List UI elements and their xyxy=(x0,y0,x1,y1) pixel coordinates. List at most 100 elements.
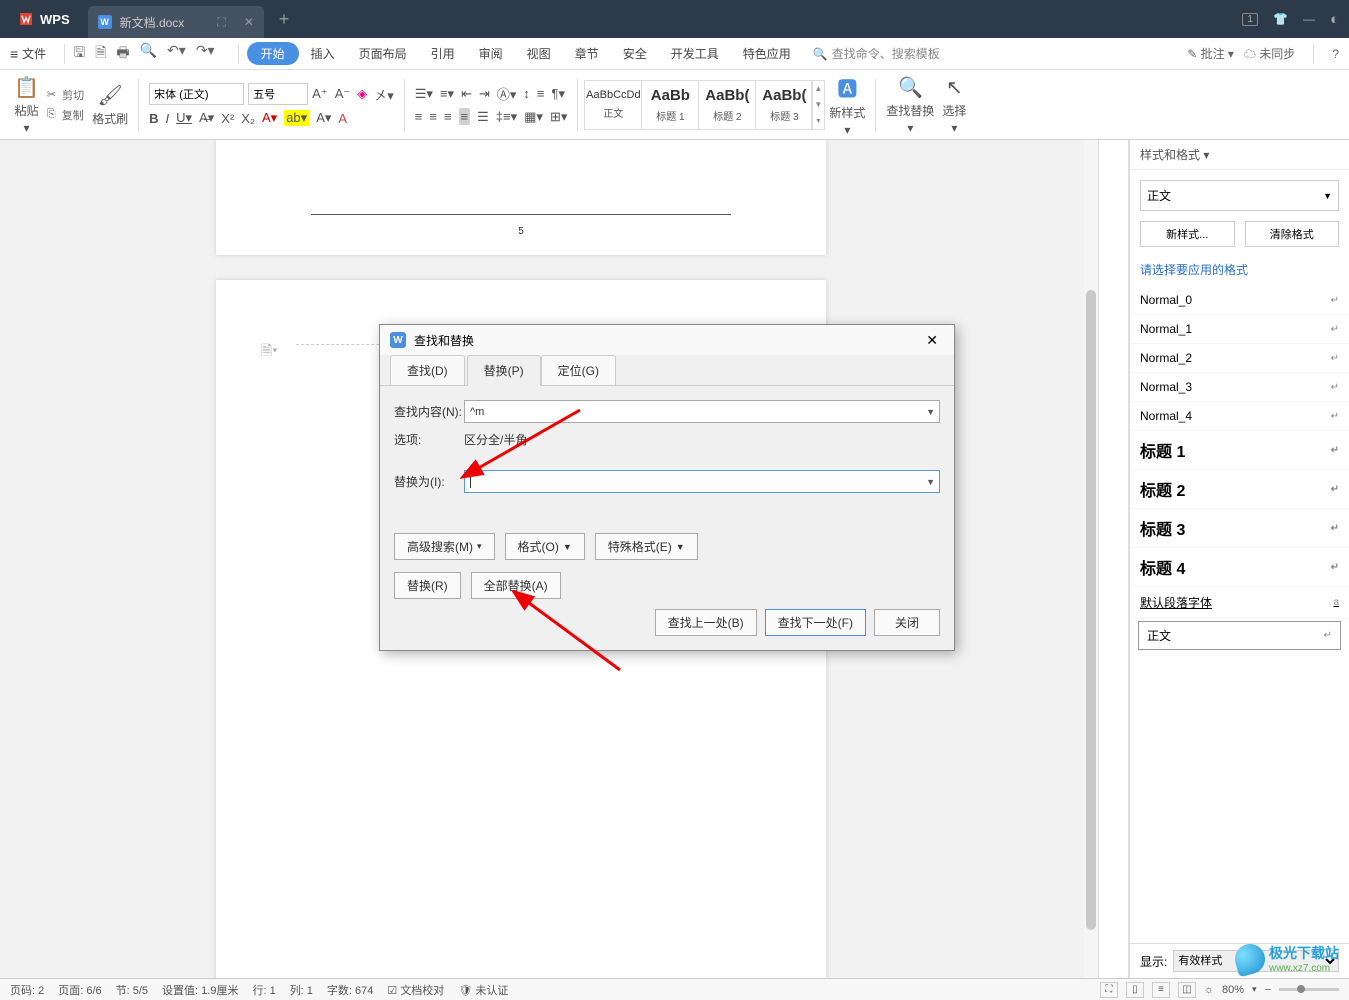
save-icon[interactable]: 🖫 xyxy=(73,42,85,66)
tab-special[interactable]: 特色应用 xyxy=(731,40,803,67)
tab-security[interactable]: 安全 xyxy=(611,40,659,67)
view-outline-icon[interactable]: ◫ xyxy=(1178,982,1196,998)
sb-chars[interactable]: 字数: 674 xyxy=(327,982,373,998)
replace-all-button[interactable]: 全部替换(A) xyxy=(471,572,561,599)
change-case-icon[interactable]: Ⓐ▾ xyxy=(497,84,517,103)
annotate-button[interactable]: ✎ 批注 ▾ xyxy=(1187,45,1234,62)
number-list-icon[interactable]: ≡▾ xyxy=(440,86,454,102)
dialog-close-icon[interactable]: ✕ xyxy=(920,330,944,351)
document-tab[interactable]: W 新文档.docx ⛶ ✕ xyxy=(88,6,264,38)
find-next-button[interactable]: 查找下一处(F) xyxy=(765,609,866,636)
style-heading3[interactable]: AaBb(标题 3 xyxy=(755,80,813,130)
style-heading2[interactable]: AaBb(标题 2 xyxy=(698,80,756,130)
sb-page-no[interactable]: 页码: 2 xyxy=(10,982,44,998)
print-icon[interactable]: 🖶 xyxy=(116,42,129,66)
help-icon[interactable]: ? xyxy=(1332,47,1339,61)
decrease-font-icon[interactable]: A⁻ xyxy=(335,86,351,102)
paste-button[interactable]: 📋 粘贴▾ xyxy=(10,75,43,135)
distribute-icon[interactable]: ☰ xyxy=(477,109,489,125)
file-menu[interactable]: 文件 xyxy=(22,45,46,62)
tab-review[interactable]: 审阅 xyxy=(467,40,515,67)
style-item-selected[interactable]: 正文↵ xyxy=(1138,621,1341,650)
style-item-normal4[interactable]: Normal_4↵ xyxy=(1130,402,1349,431)
style-item-normal3[interactable]: Normal_3↵ xyxy=(1130,373,1349,402)
special-format-button[interactable]: 特殊格式(E) ▼ xyxy=(595,533,698,560)
advanced-search-button[interactable]: 高级搜索(M) ▾ xyxy=(394,533,495,560)
font-effects-icon[interactable]: A▾ xyxy=(316,110,331,126)
new-tab-button[interactable]: + xyxy=(279,9,290,30)
bullet-list-icon[interactable]: ☰▾ xyxy=(415,86,433,102)
tab-start[interactable]: 开始 xyxy=(247,42,299,65)
line-spacing-icon[interactable]: ≡ xyxy=(537,86,545,101)
dialog-titlebar[interactable]: W 查找和替换 ✕ xyxy=(380,325,954,355)
chevron-down-icon[interactable]: ▼ xyxy=(926,477,935,487)
style-scroll[interactable]: ▲▼▾ xyxy=(811,80,825,130)
highlight-icon[interactable]: ab▾ xyxy=(284,110,309,126)
minimize-icon[interactable]: — xyxy=(1303,12,1315,26)
style-item-h4[interactable]: 标题 4↵ xyxy=(1130,548,1349,587)
hamburger-icon[interactable]: ≡ xyxy=(10,46,18,62)
tab-view[interactable]: 视图 xyxy=(515,40,563,67)
chevron-down-icon[interactable]: ▼ xyxy=(926,407,935,417)
style-item-h3[interactable]: 标题 3↵ xyxy=(1130,509,1349,548)
font-size-select[interactable] xyxy=(248,83,308,105)
view-web-icon[interactable]: ≡ xyxy=(1152,982,1170,998)
style-normal[interactable]: AaBbCcDd正文 xyxy=(584,80,642,130)
tab-references[interactable]: 引用 xyxy=(419,40,467,67)
shading-icon[interactable]: ▦▾ xyxy=(524,109,543,125)
sb-page[interactable]: 页面: 6/6 xyxy=(58,982,101,998)
format-button[interactable]: 格式(O) ▼ xyxy=(505,533,585,560)
sync-status[interactable]: ☁ 未同步 xyxy=(1244,45,1295,62)
sb-col[interactable]: 列: 1 xyxy=(290,982,313,998)
underline-icon[interactable]: U▾ xyxy=(176,110,192,126)
borders-icon[interactable]: ⊞▾ xyxy=(550,109,567,125)
tab-monitor-icon[interactable]: ⛶ xyxy=(217,15,225,30)
window-count-badge[interactable]: 1 xyxy=(1242,13,1258,26)
current-style-box[interactable]: 正文▼ xyxy=(1140,180,1339,211)
align-justify-icon[interactable]: ≡ xyxy=(459,108,471,125)
show-marks-icon[interactable]: ¶▾ xyxy=(552,86,566,102)
t-shirt-icon[interactable]: 👕 xyxy=(1273,12,1288,26)
undo-icon[interactable]: ↶▾ xyxy=(167,42,186,66)
sb-section[interactable]: 节: 5/5 xyxy=(116,982,148,998)
eye-care-icon[interactable]: ☼ xyxy=(1204,984,1214,996)
sb-proof[interactable]: ☑ 文档校对 xyxy=(387,982,444,998)
font-color-icon[interactable]: A▾ xyxy=(262,110,277,126)
new-style-button[interactable]: 🅰 新样式▾ xyxy=(825,73,869,137)
clear-format-btn[interactable]: 清除格式 xyxy=(1245,221,1340,247)
zoom-slider[interactable] xyxy=(1279,988,1339,991)
view-fullscreen-icon[interactable]: ⛶ xyxy=(1100,982,1118,998)
align-center-icon[interactable]: ≡ xyxy=(429,109,437,124)
help-circle-icon[interactable]: ◐ xyxy=(1330,11,1339,28)
print-preview-icon[interactable]: 🔍 xyxy=(140,42,157,66)
style-item-h1[interactable]: 标题 1↵ xyxy=(1130,431,1349,470)
char-shading-icon[interactable]: A xyxy=(338,111,347,126)
vertical-scrollbar[interactable] xyxy=(1084,140,1098,978)
superscript-icon[interactable]: X² xyxy=(221,111,234,126)
zoom-out-icon[interactable]: − xyxy=(1265,984,1271,996)
style-heading1[interactable]: AaBb标题 1 xyxy=(641,80,699,130)
increase-indent-icon[interactable]: ⇥ xyxy=(479,86,490,102)
replace-button[interactable]: 替换(R) xyxy=(394,572,461,599)
decrease-indent-icon[interactable]: ⇤ xyxy=(461,86,472,102)
strikethrough-icon[interactable]: A̶▾ xyxy=(199,110,214,126)
phonetic-guide-icon[interactable]: 㐅▾ xyxy=(374,85,394,104)
find-replace-button[interactable]: 🔍 查找替换▾ xyxy=(882,75,938,135)
save-as-icon[interactable]: 🗎 xyxy=(95,42,106,66)
line-height-icon[interactable]: ‡≡▾ xyxy=(496,109,517,125)
find-input[interactable]: ^m▼ xyxy=(464,400,940,423)
find-prev-button[interactable]: 查找上一处(B) xyxy=(655,609,757,636)
align-right-icon[interactable]: ≡ xyxy=(444,109,452,124)
dialog-tab-replace[interactable]: 替换(P) xyxy=(467,355,541,386)
tab-insert[interactable]: 插入 xyxy=(299,40,347,67)
clear-format-icon[interactable]: ◈ xyxy=(357,86,367,102)
subscript-icon[interactable]: X₂ xyxy=(241,111,255,126)
dialog-tab-goto[interactable]: 定位(G) xyxy=(541,355,616,385)
italic-icon[interactable]: I xyxy=(166,111,170,126)
sb-unauth[interactable]: 🛡 未认证 xyxy=(458,982,508,998)
replace-input[interactable]: ▼ xyxy=(464,470,940,493)
style-item-default-font[interactable]: 默认段落字体a xyxy=(1130,587,1349,619)
zoom-value[interactable]: 80% xyxy=(1222,984,1244,996)
close-tab-icon[interactable]: ✕ xyxy=(244,15,254,29)
sb-row[interactable]: 行: 1 xyxy=(252,982,275,998)
